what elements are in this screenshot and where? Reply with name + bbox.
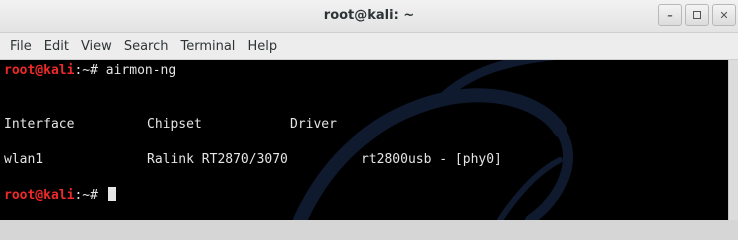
maximize-icon	[693, 11, 701, 19]
header-driver: Driver	[290, 117, 337, 132]
prompt-path-2: :~#	[74, 188, 106, 203]
row-driver: rt2800usb - [phy0]	[361, 152, 502, 167]
cursor	[107, 187, 116, 201]
minimize-button[interactable]: –	[658, 4, 682, 26]
menu-bar: File Edit View Search Terminal Help	[0, 33, 738, 60]
title-bar[interactable]: root@kali: ~ – ✕	[0, 0, 738, 33]
window-controls: – ✕	[658, 4, 736, 26]
menu-view[interactable]: View	[75, 39, 118, 54]
header-interface: Interface	[4, 117, 75, 132]
prompt-user-2: root@kali	[4, 188, 75, 203]
prompt-user: root@kali	[4, 63, 75, 78]
minimize-icon: –	[667, 8, 673, 22]
close-icon: ✕	[719, 8, 729, 22]
command-text: airmon-ng	[105, 63, 177, 78]
header-row: Interface Chipset Driver	[4, 116, 724, 134]
menu-edit[interactable]: Edit	[38, 39, 75, 54]
close-button[interactable]: ✕	[712, 4, 736, 26]
interface-row: wlan1 Ralink RT2870/3070 rt2800usb - [ph…	[4, 151, 724, 169]
prompt-line: root@kali:~#	[4, 187, 116, 205]
command-line: root@kali:~# airmon-ng	[4, 62, 176, 80]
terminal-output[interactable]: root@kali:~# airmon-ng Interface Chipset…	[0, 60, 728, 220]
menu-file[interactable]: File	[4, 39, 38, 54]
menu-terminal[interactable]: Terminal	[174, 39, 241, 54]
window-title: root@kali: ~	[323, 8, 415, 23]
row-chipset: Ralink RT2870/3070	[147, 152, 288, 167]
terminal-window: root@kali: ~ – ✕ File Edit View Search T…	[0, 0, 738, 220]
menu-help[interactable]: Help	[241, 39, 283, 54]
maximize-button[interactable]	[685, 4, 709, 26]
menu-search[interactable]: Search	[118, 39, 175, 54]
row-interface: wlan1	[4, 152, 44, 167]
vertical-scrollbar[interactable]	[728, 60, 738, 220]
prompt-path: :~#	[74, 63, 106, 78]
header-chipset: Chipset	[147, 117, 202, 132]
